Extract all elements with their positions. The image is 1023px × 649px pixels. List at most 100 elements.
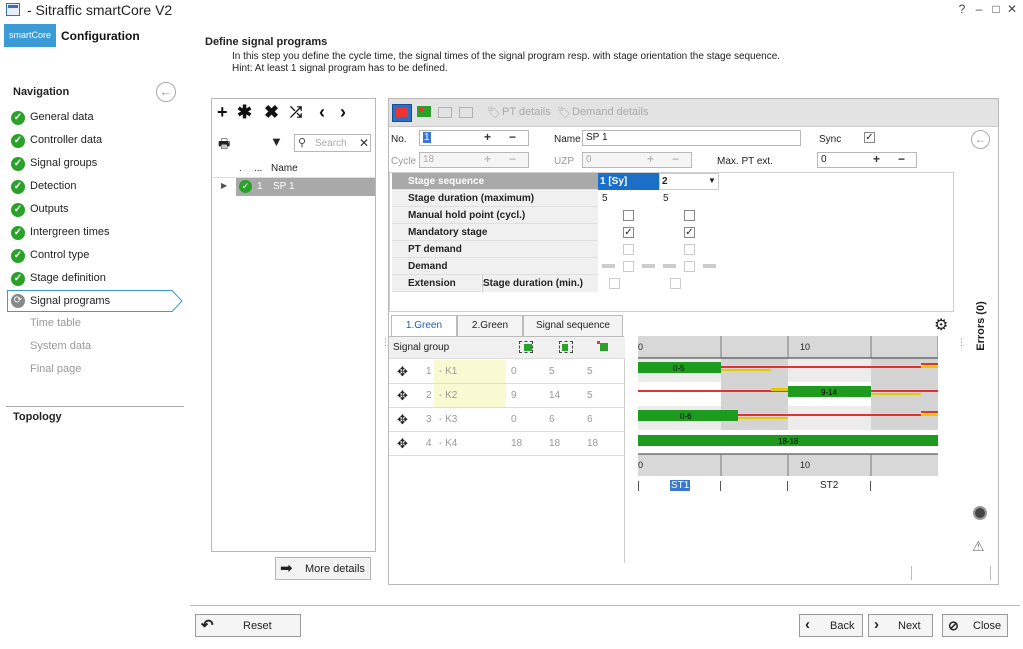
collapse-panel-icon[interactable]: ← [971,130,990,149]
nav-item-controller-data[interactable]: ✓ Controller data [10,131,182,151]
stage-marker [787,481,788,491]
page-description: In this step you define the cycle time, … [232,51,781,62]
nav-item-intergreen-times[interactable]: ✓ Intergreen times [10,223,182,243]
nav-item-signal-programs[interactable]: ⟳ Signal programs [7,290,183,312]
maximize-button[interactable]: □ [989,2,1003,16]
expand-icon[interactable]: ▶ [221,181,227,190]
signal-mode-icon[interactable] [415,104,435,122]
status-divider [911,566,912,580]
nav-item-control-type[interactable]: ✓ Control type [10,246,182,266]
insert-row-icon[interactable] [436,104,456,122]
nav-item-general-data[interactable]: ✓ General data [10,108,182,128]
add-icon[interactable]: + [217,102,228,123]
minimize-button[interactable]: – [972,2,986,16]
cancel-icon: ⊘ [948,618,959,633]
window-title: - Sitraffic smartCore V2 [27,2,173,18]
table-row[interactable]: ✥ 2 - K2 9 14 5 [389,384,625,408]
sync-icon: ⟳ [11,294,25,308]
max-pt-increment[interactable]: + [873,152,880,166]
nav-back-icon[interactable]: ← [156,82,176,102]
arrow-right-icon: ➡ [280,560,293,577]
tab-1-green[interactable]: 1.Green [391,315,457,337]
mandatory-checkbox-2[interactable]: ✓ [684,227,695,238]
signal-timeline[interactable]: 0 10 0 10 0-5 9-14 0-6 18-18 [638,336,939,486]
brand-badge: smartCore [4,24,56,47]
table-row[interactable]: ✥ 4 - K4 18 18 18 [389,432,625,456]
demand-checkbox-1 [623,261,634,272]
help-button[interactable]: ? [955,2,969,16]
tab-2-green[interactable]: 2.Green [457,315,523,337]
nav-heading: Navigation [13,86,70,98]
table-row[interactable]: ✥ 1 - K1 0 5 5 [389,360,625,384]
nav-item-time-table: Time table [30,317,81,329]
check-icon: ✓ [11,272,25,286]
no-increment[interactable]: + [484,130,491,144]
tag-icon: 🏷 [557,107,571,119]
tab-signal-sequence[interactable]: Signal sequence [523,315,623,337]
search-input[interactable]: ⚲ Search ✕ [294,134,371,152]
no-decrement[interactable]: − [509,130,516,144]
record-icon[interactable] [973,506,987,520]
stage-marker [638,481,639,491]
back-button[interactable]: ‹ Back [799,614,863,637]
settings-gear-icon[interactable]: ⚙ [934,315,948,335]
delete-row-icon[interactable] [457,104,477,122]
shuffle-icon[interactable]: ⤮ [290,104,302,121]
nav-divider [6,406,184,407]
splitter-handle[interactable]: ⋮ [957,337,966,348]
nav-item-outputs[interactable]: ✓ Outputs [10,200,182,220]
nav-item-system-data: System data [30,340,92,352]
mandatory-checkbox-1[interactable]: ✓ [623,227,634,238]
stage-mode-icon[interactable] [392,104,412,122]
cycle-increment: + [484,152,492,166]
manual-hold-checkbox-1[interactable] [623,210,634,221]
bar-label: 18-18 [778,437,799,446]
chevron-left-icon: ‹ [805,616,810,633]
stage-label-st2[interactable]: ST2 [820,480,838,491]
clear-search-icon[interactable]: ✕ [359,136,369,150]
stage-label-st1[interactable]: ST1 [670,480,691,491]
pt-details-button[interactable]: PT details [502,106,551,118]
next-button[interactable]: › Next [868,614,933,637]
signal-group-table: Signal group ✥ 1 - K1 0 5 5 ✥ 2 - K2 9 1… [389,337,625,563]
errors-panel[interactable]: Errors (0) [966,301,992,352]
warning-icon[interactable]: ⚠ [972,538,985,555]
dropdown-icon[interactable]: ▼ [708,176,716,185]
delete-icon[interactable]: ✖ [264,102,279,123]
editor-toolbar: 🏷 PT details 🏷 Demand details [389,99,998,127]
pt-demand-checkbox-1 [623,244,634,255]
previous-icon[interactable]: ‹ [319,102,325,123]
more-details-button[interactable]: ➡ More details [275,557,371,580]
stage-column-1[interactable]: 1 [Sy] [598,173,659,190]
axis-top-label: 0 [638,342,643,352]
uzp-increment: + [647,152,655,166]
print-icon[interactable]: 🖶 [218,135,230,157]
list-item[interactable]: ✓ 1 SP 1 [236,178,375,196]
reset-button[interactable]: ↶ Reset [195,614,301,637]
nav-item-detection[interactable]: ✓ Detection [10,177,182,197]
nav-item-stage-definition[interactable]: ✓ Stage definition [10,269,182,289]
status-divider [990,566,991,580]
close-button[interactable]: ⊘ Close [942,614,1008,637]
check-icon: ✓ [11,134,25,148]
close-window-button[interactable]: ✕ [1005,2,1019,16]
move-icon[interactable]: ✥ [397,364,408,380]
move-icon[interactable]: ✥ [397,388,408,404]
nav-item-signal-groups[interactable]: ✓ Signal groups [10,154,182,174]
demand-details-button[interactable]: Demand details [572,106,648,118]
filter-icon[interactable]: ▼ [270,134,283,149]
max-pt-decrement[interactable]: − [898,152,905,166]
page-hint: Hint: At least 1 signal program has to b… [232,63,448,74]
table-row[interactable]: ✥ 3 - K3 0 6 6 [389,408,625,432]
move-icon[interactable]: ✥ [397,412,408,428]
copy-icon[interactable]: ✱ [237,102,252,123]
topology-heading[interactable]: Topology [13,411,62,423]
axis-bottom-label: 0 [638,460,643,470]
sync-checkbox[interactable]: ✓ [864,132,875,143]
move-icon[interactable]: ✥ [397,436,408,452]
manual-hold-checkbox-2[interactable] [684,210,695,221]
next-icon[interactable]: › [340,102,346,123]
demand-checkbox-2 [684,261,695,272]
axis-bottom-label: 10 [800,460,810,470]
name-field[interactable]: SP 1 [582,130,801,146]
